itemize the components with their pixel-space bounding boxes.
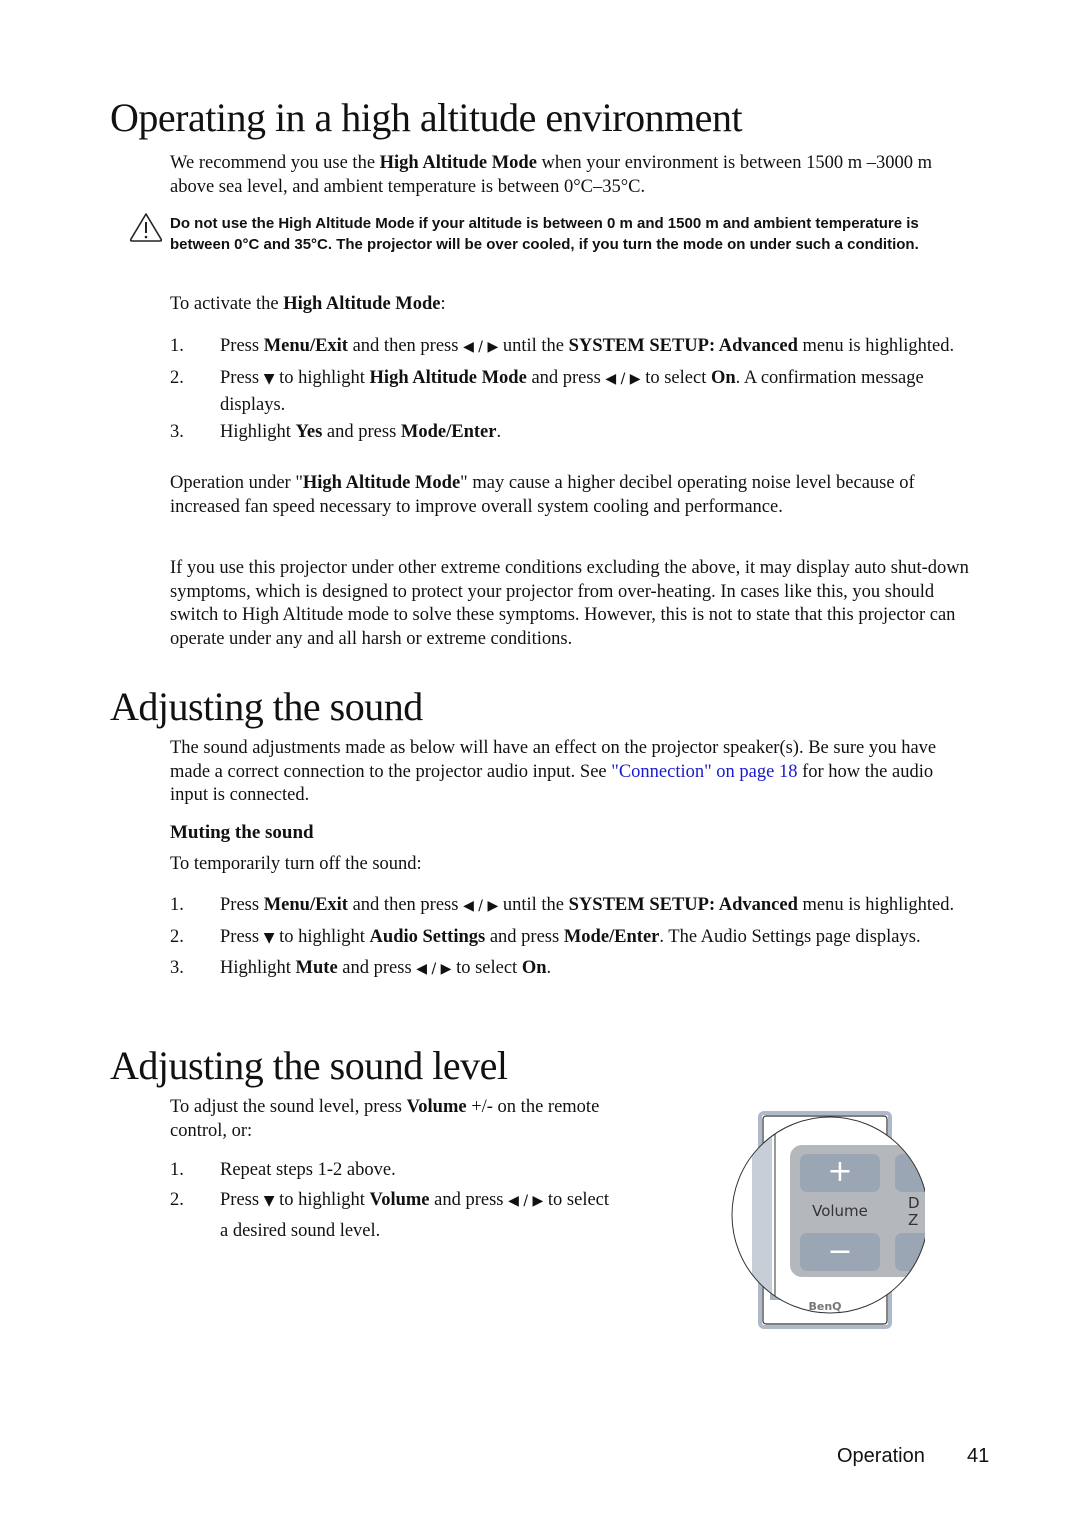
- footer-section-name: Operation: [837, 1445, 925, 1467]
- volume-minus-icon: −: [827, 1234, 852, 1269]
- step-item: 3. Highlight Yes and press Mode/Enter.: [170, 421, 502, 442]
- activate-instruction: To activate the High Altitude Mode:: [170, 294, 446, 314]
- connection-page-link[interactable]: "Connection" on page 18: [611, 762, 797, 782]
- svg-text:D: D: [908, 1194, 920, 1212]
- heading-adjusting-sound-level: Adjusting the sound level: [110, 1043, 508, 1088]
- left-right-arrow-icon: ◀ / ▶: [463, 339, 499, 355]
- step-item: 2. Press ▼ to highlight High Altitude Mo…: [170, 367, 924, 416]
- volume-plus-icon: +: [827, 1154, 852, 1189]
- heading-high-altitude: Operating in a high altitude environment: [110, 95, 743, 140]
- left-right-arrow-icon: ◀ / ▶: [463, 898, 499, 914]
- warning-triangle-icon: [129, 213, 163, 242]
- left-right-arrow-icon: ◀ / ▶: [508, 1193, 544, 1209]
- down-arrow-icon: ▼: [263, 929, 275, 946]
- step-item: 1. Press Menu/Exit and then press ◀ / ▶ …: [170, 895, 955, 915]
- warning-text: Do not use the High Altitude Mode if you…: [170, 215, 919, 253]
- step-item: 3. Highlight Mute and press ◀ / ▶ to sel…: [170, 958, 552, 978]
- step-item: 2. Press ▼ to highlight Volume and press…: [170, 1190, 610, 1241]
- benq-logo: BenQ: [808, 1300, 841, 1313]
- remote-volume-illustration: + Volume − D Z BenQ: [731, 1111, 925, 1329]
- muting-intro: To temporarily turn off the sound:: [170, 854, 422, 874]
- volume-label: Volume: [812, 1202, 868, 1220]
- subheading-muting: Muting the sound: [170, 822, 314, 843]
- left-right-arrow-icon: ◀ / ▶: [605, 370, 641, 387]
- sound-level-steps: 1. Repeat steps 1-2 above. 2. Press ▼ to…: [170, 1155, 610, 1246]
- step-item: 1. Repeat steps 1-2 above.: [170, 1160, 396, 1180]
- down-arrow-icon: ▼: [263, 370, 275, 387]
- step-item: 1. Press Menu/Exit and then press ◀ / ▶ …: [170, 336, 955, 356]
- down-arrow-icon: ▼: [263, 1193, 275, 1209]
- left-right-arrow-icon: ◀ / ▶: [416, 961, 452, 977]
- noise-note: Operation under "High Altitude Mode" may…: [170, 473, 915, 517]
- sound-intro: The sound adjustments made as below will…: [170, 738, 937, 805]
- high-altitude-steps: 1. Press Menu/Exit and then press ◀ / ▶ …: [170, 333, 970, 445]
- sound-level-intro: To adjust the sound level, press Volume …: [170, 1097, 600, 1141]
- svg-text:Z: Z: [908, 1211, 918, 1229]
- step-item: 2. Press ▼ to highlight Audio Settings a…: [170, 926, 921, 947]
- page-number: 41: [967, 1445, 990, 1467]
- extreme-conditions-note: If you use this projector under other ex…: [170, 558, 969, 649]
- muting-steps: 1. Press Menu/Exit and then press ◀ / ▶ …: [170, 892, 970, 983]
- high-altitude-intro: We recommend you use the High Altitude M…: [170, 153, 933, 197]
- heading-adjusting-sound: Adjusting the sound: [110, 684, 423, 729]
